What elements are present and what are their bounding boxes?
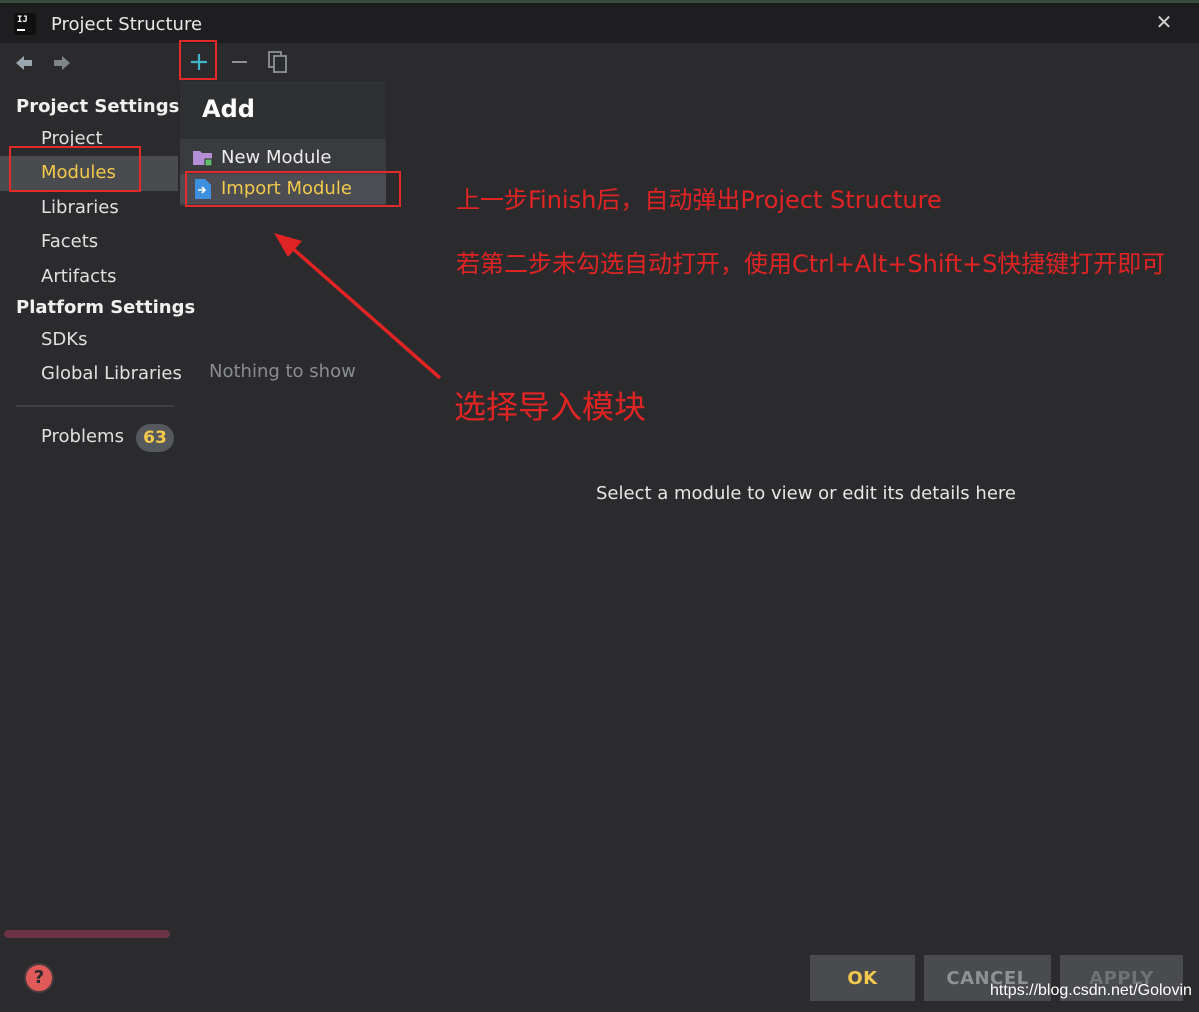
annotation-line-1: 上一步Finish后，自动弹出Project Structure bbox=[456, 186, 942, 214]
copy-icon[interactable] bbox=[264, 48, 292, 76]
section-platform-settings: Platform Settings bbox=[16, 297, 196, 318]
modules-highlight bbox=[9, 146, 141, 192]
section-project-settings: Project Settings bbox=[16, 96, 180, 117]
folder-icon bbox=[192, 148, 214, 172]
ok-button[interactable]: OK bbox=[810, 955, 915, 1001]
problems-count-badge: 63 bbox=[136, 424, 174, 452]
popup-title: Add bbox=[202, 95, 255, 123]
sidebar-item-libraries[interactable]: Libraries bbox=[41, 197, 119, 218]
menu-item-label: New Module bbox=[221, 147, 332, 168]
arrow-left-icon[interactable] bbox=[14, 53, 34, 78]
sidebar-item-global-libraries[interactable]: Global Libraries bbox=[41, 363, 182, 384]
close-icon[interactable]: ✕ bbox=[1153, 11, 1175, 33]
sidebar-divider bbox=[16, 405, 174, 407]
sidebar-item-facets[interactable]: Facets bbox=[41, 231, 98, 252]
menu-item-new-module[interactable]: New Module bbox=[180, 143, 386, 173]
watermark: https://blog.csdn.net/Golovin bbox=[990, 982, 1192, 999]
window-title: Project Structure bbox=[51, 14, 203, 35]
add-button-highlight bbox=[179, 40, 217, 80]
sidebar-item-problems[interactable]: Problems bbox=[41, 426, 124, 447]
annotation-callout: 选择导入模块 bbox=[454, 388, 647, 426]
horizontal-scrollbar[interactable] bbox=[4, 930, 170, 938]
title-bar: IJ Project Structure ✕ bbox=[0, 3, 1199, 43]
annotation-arrow bbox=[274, 233, 442, 380]
help-icon[interactable]: ? bbox=[24, 963, 54, 993]
import-module-highlight bbox=[185, 171, 401, 207]
intellij-logo-icon: IJ bbox=[12, 11, 38, 37]
annotation-line-2: 若第二步未勾选自动打开，使用Ctrl+Alt+Shift+S快捷键打开即可 bbox=[456, 250, 1166, 278]
sidebar-item-artifacts[interactable]: Artifacts bbox=[41, 266, 116, 287]
minus-icon[interactable] bbox=[226, 48, 254, 76]
details-hint: Select a module to view or edit its deta… bbox=[596, 483, 1016, 504]
arrow-right-icon[interactable] bbox=[52, 53, 72, 78]
sidebar-item-sdks[interactable]: SDKs bbox=[41, 329, 87, 350]
